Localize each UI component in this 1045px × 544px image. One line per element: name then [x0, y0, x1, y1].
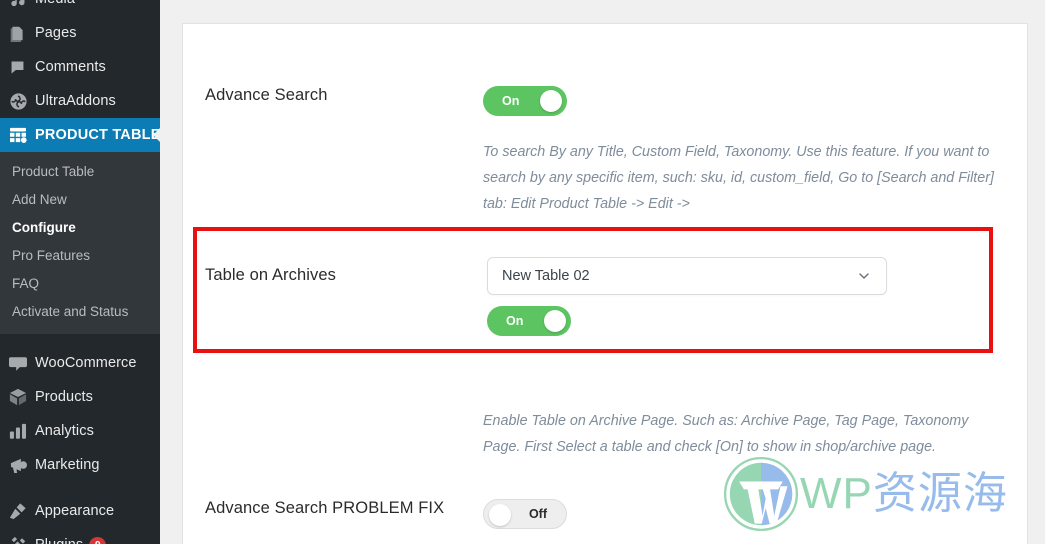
sidebar-item-label: Appearance	[35, 503, 115, 519]
marketing-icon	[9, 455, 35, 475]
sidebar-item-ultraaddons[interactable]: UltraAddons	[0, 84, 160, 118]
sidebar-item-label: Media	[35, 0, 75, 7]
advance-search-description: To search By any Title, Custom Field, Ta…	[483, 144, 994, 212]
plugins-icon	[9, 535, 35, 544]
sidebar-item-pages[interactable]: Pages	[0, 16, 160, 50]
table-on-archives-description-row: Enable Table on Archive Page. Such as: A…	[183, 408, 1027, 460]
sidebar-item-label: Comments	[35, 59, 106, 75]
appearance-icon	[9, 501, 35, 521]
table-on-archives-label: Table on Archives	[205, 266, 337, 284]
setting-row-advance-search: Advance Search On To search By any Title…	[183, 86, 1027, 217]
advance-search-problem-fix-toggle[interactable]: Off	[483, 499, 567, 529]
toggle-knob	[489, 504, 511, 526]
sidebar-item-label: Marketing	[35, 457, 100, 473]
setting-row-table-on-archives: Table on Archives New Table 02 On	[197, 257, 989, 341]
sidebar-item-label: UltraAddons	[35, 93, 116, 109]
chevron-down-icon	[856, 268, 872, 284]
product-table-icon	[9, 125, 35, 145]
product-table-submenu: Product Table Add New Configure Pro Feat…	[0, 152, 160, 334]
comments-icon	[9, 57, 35, 77]
sidebar-item-label: PRODUCT TABLE	[35, 127, 160, 143]
admin-sidebar: Media Pages Comments UltraAddons	[0, 0, 160, 544]
plugins-update-badge: 9	[89, 536, 107, 544]
table-on-archives-control: New Table 02 On	[487, 257, 989, 341]
sidebar-item-media[interactable]: Media	[0, 0, 160, 16]
wordpress-admin-screen: Media Pages Comments UltraAddons	[0, 0, 1045, 544]
media-icon	[9, 0, 35, 9]
toggle-knob	[544, 310, 566, 332]
advance-search-label: Advance Search	[205, 86, 328, 104]
sidebar-item-add-new[interactable]: Add New	[0, 186, 160, 214]
table-on-archives-highlight: Table on Archives New Table 02 On	[193, 227, 993, 353]
sidebar-item-analytics[interactable]: Analytics	[0, 414, 160, 448]
woocommerce-icon	[9, 353, 35, 373]
table-select[interactable]: New Table 02	[487, 257, 887, 295]
toggle-state-text: On	[502, 94, 520, 108]
advance-search-control: On To search By any Title, Custom Field,…	[483, 86, 1027, 217]
sidebar-item-label: Plugins	[35, 537, 83, 544]
table-on-archives-toggle[interactable]: On	[487, 306, 571, 336]
sidebar-item-product-table-list[interactable]: Product Table	[0, 158, 160, 186]
settings-panel: Advance Search On To search By any Title…	[182, 23, 1028, 544]
setting-row-advance-search-problem-fix: Advance Search PROBLEM FIX Off Only if f…	[183, 499, 1027, 544]
analytics-icon	[9, 421, 35, 441]
sidebar-item-label: Products	[35, 389, 94, 405]
table-on-archives-description: Enable Table on Archive Page. Such as: A…	[483, 413, 969, 455]
sidebar-item-woocommerce[interactable]: WooCommerce	[0, 346, 160, 380]
sidebar-item-label: Analytics	[35, 423, 94, 439]
sidebar-item-label: WooCommerce	[35, 355, 137, 371]
sidebar-separator	[0, 334, 160, 346]
products-icon	[9, 387, 35, 407]
advance-search-problem-fix-control: Off Only if found issue on Advance Searc…	[483, 499, 1027, 544]
sidebar-separator-2	[0, 482, 160, 494]
toggle-state-text: Off	[528, 507, 547, 521]
sidebar-item-configure[interactable]: Configure	[0, 214, 160, 242]
sidebar-item-product-table[interactable]: PRODUCT TABLE	[0, 118, 160, 152]
ultraaddons-icon	[9, 91, 35, 111]
advance-search-problem-fix-label: Advance Search PROBLEM FIX	[205, 499, 445, 517]
toggle-knob	[540, 90, 562, 112]
sidebar-item-pro-features[interactable]: Pro Features	[0, 242, 160, 270]
sidebar-item-appearance[interactable]: Appearance	[0, 494, 160, 528]
sidebar-item-activate-and-status[interactable]: Activate and Status	[0, 298, 160, 326]
sidebar-item-plugins[interactable]: Plugins 9	[0, 528, 160, 544]
sidebar-item-products[interactable]: Products	[0, 380, 160, 414]
toggle-state-text: On	[506, 314, 524, 328]
pages-icon	[9, 23, 35, 43]
sidebar-item-faq[interactable]: FAQ	[0, 270, 160, 298]
sidebar-item-label: Pages	[35, 25, 77, 41]
sidebar-item-comments[interactable]: Comments	[0, 50, 160, 84]
sidebar-item-marketing[interactable]: Marketing	[0, 448, 160, 482]
advance-search-toggle[interactable]: On	[483, 86, 567, 116]
table-select-value: New Table 02	[502, 268, 590, 284]
